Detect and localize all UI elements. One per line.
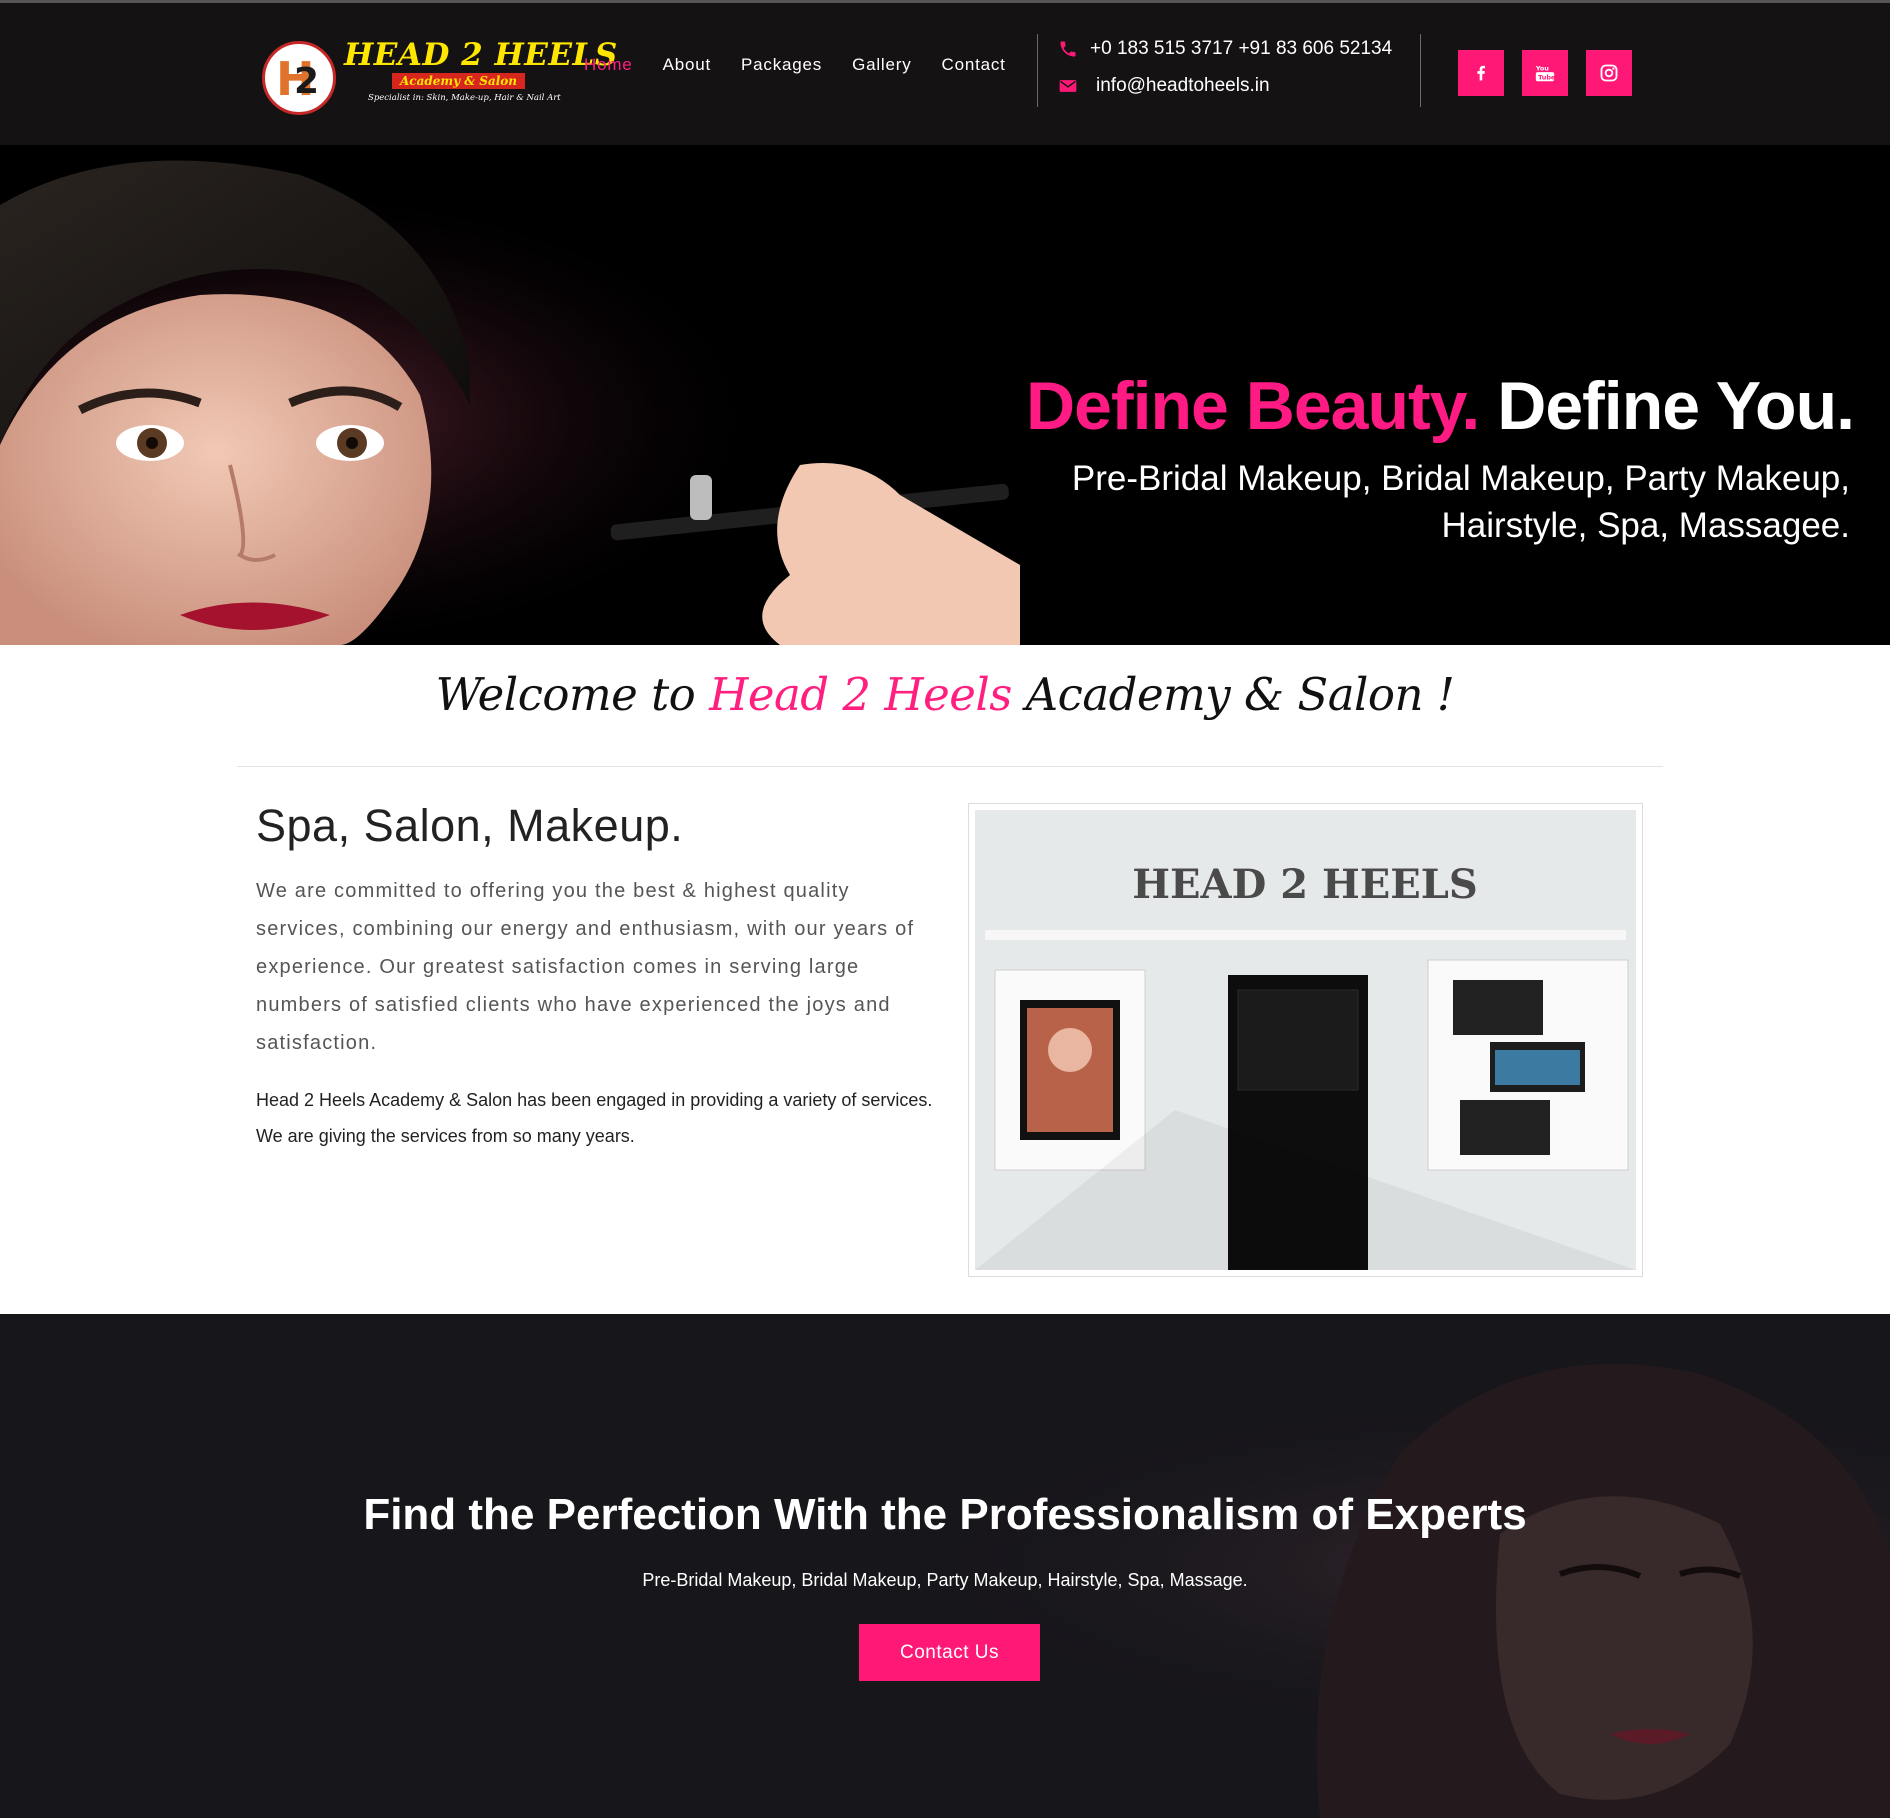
model-background-image [0, 1314, 1890, 1818]
logo-tagline: Specialist in: Skin, Make-up, Hair & Nai… [368, 93, 561, 103]
cta-services: Pre-Bridal Makeup, Bridal Makeup, Party … [642, 1570, 1248, 1590]
welcome-suffix: Academy & Salon ! [1011, 668, 1455, 721]
youtube-icon: You Tube [1535, 64, 1556, 81]
hero-banner: Define Beauty. Define You. Pre-Bridal Ma… [0, 145, 1890, 645]
svg-text:Tube: Tube [1538, 73, 1556, 81]
phone-icon [1060, 41, 1076, 57]
logo-subtitle: Academy & Salon [392, 73, 526, 89]
main-nav: Home About Packages Gallery Contact [584, 55, 1036, 81]
instagram-icon [1600, 64, 1618, 82]
phone-numbers: +0 183 515 3717 +91 83 606 52134 [1090, 38, 1393, 59]
welcome-prefix: Welcome to [435, 668, 710, 721]
hero-headline: Define Beauty. Define You. [1026, 367, 1855, 445]
header-phone[interactable]: +0 183 515 3717 +91 83 606 52134 [1058, 36, 1392, 62]
header-divider [1037, 34, 1038, 107]
email-address: info@headtoheels.in [1096, 75, 1270, 96]
about-heading: Spa, Salon, Makeup. [256, 800, 684, 851]
nav-home[interactable]: Home [584, 55, 633, 81]
facebook-icon [1477, 65, 1485, 81]
hero-headline-white: Define You. [1497, 368, 1855, 444]
logo-emblem: H2 [262, 41, 336, 115]
nav-gallery[interactable]: Gallery [852, 55, 911, 81]
hero-headline-pink: Define Beauty. [1026, 368, 1480, 444]
welcome-brand: Head 2 Heels [709, 668, 1012, 721]
nav-contact[interactable]: Contact [942, 55, 1006, 81]
logo-title: HEAD 2 HEELS [344, 37, 618, 73]
site-header: H2 HEAD 2 HEELS Academy & Salon Speciali… [0, 3, 1890, 145]
section-divider [237, 766, 1663, 767]
header-divider-2 [1420, 34, 1421, 107]
site-logo[interactable]: H2 HEAD 2 HEELS Academy & Salon Speciali… [262, 37, 617, 117]
youtube-button[interactable]: You Tube [1522, 50, 1568, 96]
contact-us-button[interactable]: Contact Us [859, 1624, 1040, 1681]
svg-text:You: You [1535, 64, 1549, 72]
salon-photo-frame: HEAD 2 HEELS [968, 803, 1643, 1277]
salon-storefront-photo: HEAD 2 HEELS [975, 810, 1636, 1270]
instagram-button[interactable] [1586, 50, 1632, 96]
envelope-icon [1059, 80, 1077, 92]
cta-section: Find the Perfection With the Professiona… [0, 1314, 1890, 1818]
nav-packages[interactable]: Packages [741, 55, 822, 81]
hero-services: Pre-Bridal Makeup, Bridal Makeup, Party … [1071, 459, 1850, 545]
about-paragraph-1: We are committed to offering you the bes… [256, 880, 915, 1054]
storefront-sign: HEAD 2 HEELS [1132, 861, 1477, 908]
welcome-heading: Welcome to Head 2 Heels Academy & Salon … [0, 668, 1890, 721]
about-paragraph-2: Head 2 Heels Academy & Salon has been en… [256, 1090, 933, 1146]
cta-heading: Find the Perfection With the Professiona… [363, 1490, 1527, 1539]
facebook-button[interactable] [1458, 50, 1504, 96]
header-email[interactable]: info@headtoheels.in [1058, 73, 1270, 99]
nav-about[interactable]: About [663, 55, 711, 81]
model-airbrush-image [0, 145, 1020, 645]
